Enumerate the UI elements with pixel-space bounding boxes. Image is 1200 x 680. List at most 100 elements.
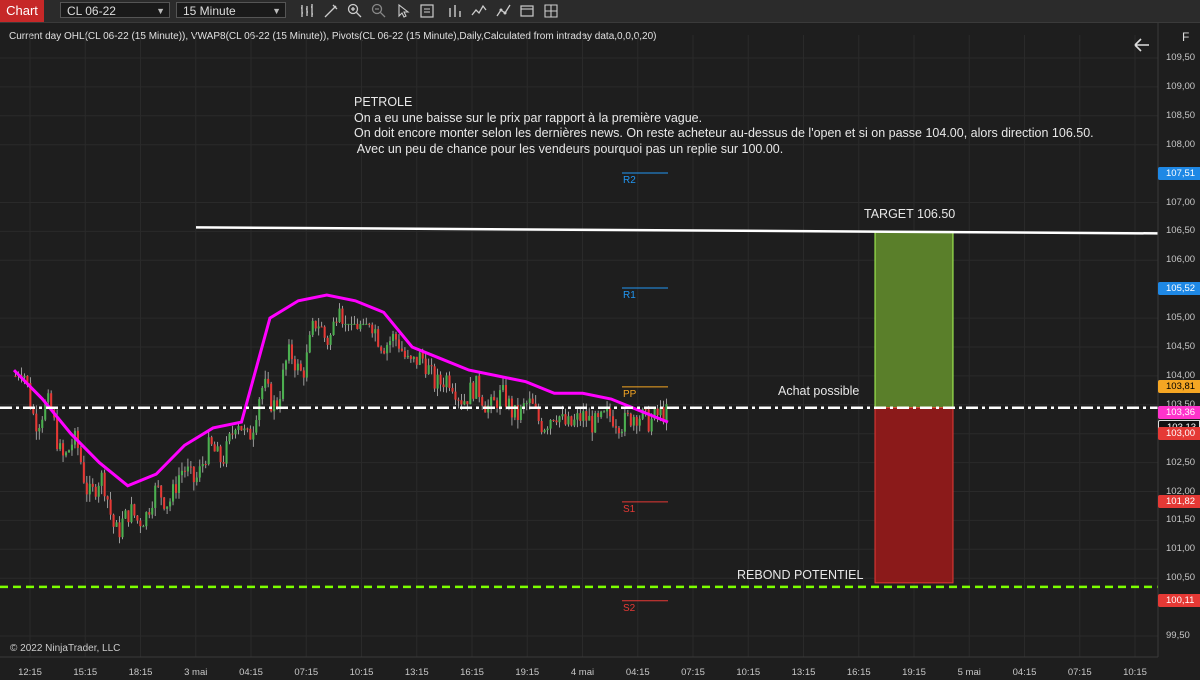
candle-body <box>397 339 401 349</box>
note-line-2: On doit encore monter selon les dernière… <box>354 126 1094 140</box>
time-tick: 07:15 <box>1067 667 1092 678</box>
properties-icon[interactable] <box>446 2 464 20</box>
candle-body <box>394 333 398 340</box>
back-arrow-icon[interactable] <box>1134 38 1149 52</box>
time-tick: 4 mai <box>570 667 595 678</box>
price-badge: 100,11 <box>1158 594 1200 608</box>
candle-body <box>237 426 240 430</box>
candle-body <box>537 407 540 421</box>
candle-body <box>225 441 228 464</box>
candle-body <box>281 369 285 400</box>
candle-body <box>650 418 653 432</box>
candle-body <box>377 329 380 347</box>
candle-body <box>133 504 136 516</box>
interval-selector[interactable]: 15 Minute ▼ <box>176 2 286 18</box>
time-tick: 13:15 <box>791 667 816 678</box>
candle-body <box>454 391 457 400</box>
candle-body <box>406 355 409 358</box>
candle-body <box>341 308 344 324</box>
price-tick: 100,50 <box>1166 572 1196 584</box>
candle-body <box>335 321 338 323</box>
candle-body <box>94 486 97 497</box>
price-tick: 108,00 <box>1166 138 1196 150</box>
candle-body <box>148 512 151 515</box>
candle-body <box>195 477 198 483</box>
bars-type-icon[interactable] <box>298 2 316 20</box>
strategies-icon[interactable] <box>494 2 512 20</box>
candle-body <box>430 365 433 367</box>
candle-body <box>507 398 510 407</box>
candle-body <box>166 506 169 509</box>
candle-body <box>433 366 436 389</box>
candle-body <box>555 420 558 423</box>
candle-body <box>380 346 383 351</box>
price-badge: 103,00 <box>1158 427 1200 441</box>
candle-body <box>475 375 478 399</box>
candle-body <box>249 428 252 440</box>
candle-body <box>201 463 204 467</box>
candle-body <box>177 475 181 493</box>
zoom-out-icon[interactable] <box>370 2 388 20</box>
candle-body <box>169 501 172 507</box>
price-tick: 107,00 <box>1166 196 1196 208</box>
templates-icon[interactable] <box>518 2 536 20</box>
time-tick: 07:15 <box>294 667 319 678</box>
instrument-selector[interactable]: CL 06-22 ▼ <box>60 2 170 18</box>
candle-body <box>329 334 332 345</box>
candle-body <box>320 326 323 328</box>
note-line-3: Avec un peu de chance pour les vendeurs … <box>354 141 784 156</box>
candle-body <box>67 450 71 453</box>
candle-body <box>620 431 623 434</box>
candle-body <box>264 378 267 388</box>
candle-body <box>603 411 606 413</box>
candle-body <box>222 462 225 464</box>
candle-body <box>418 352 421 365</box>
pointer-icon[interactable] <box>394 2 412 20</box>
candle-body <box>32 408 35 414</box>
chart-tab[interactable]: Chart <box>0 0 44 22</box>
price-badge: 105,52 <box>1158 281 1200 295</box>
candle-body <box>267 378 270 384</box>
candle-body <box>656 408 659 416</box>
candle-body <box>240 426 243 431</box>
time-tick: 10:15 <box>1123 667 1147 678</box>
time-tick: 12:15 <box>18 667 42 678</box>
candle-body <box>189 466 192 468</box>
candle-body <box>635 417 638 426</box>
candle-body <box>632 417 635 426</box>
time-tick: 18:15 <box>128 667 153 678</box>
note-line-0: PETROLE <box>354 95 413 109</box>
candle-body <box>59 443 62 450</box>
candle-body <box>160 485 163 498</box>
candle-body <box>466 401 469 405</box>
candle-body <box>629 413 632 426</box>
target-zone <box>874 230 954 409</box>
candle-body <box>412 356 415 359</box>
candle-body <box>493 396 496 401</box>
candle-body <box>564 414 567 425</box>
zoom-in-icon[interactable] <box>346 2 364 20</box>
candle-body <box>139 520 142 527</box>
candle-body <box>611 416 615 427</box>
candle-body <box>64 452 68 456</box>
candle-body <box>540 420 543 433</box>
grid-icon[interactable] <box>542 2 560 20</box>
candle-body <box>127 510 130 523</box>
candle-body <box>448 375 451 388</box>
draw-tool-icon[interactable] <box>322 2 340 20</box>
candle-body <box>323 326 326 338</box>
candle-body <box>14 375 17 377</box>
candle-body <box>118 522 121 538</box>
candle-body <box>400 348 403 351</box>
candle-body <box>219 446 222 463</box>
data-box-icon[interactable] <box>418 2 436 20</box>
candle-body <box>371 324 374 334</box>
time-tick: 16:15 <box>846 667 871 678</box>
target-line <box>195 226 1159 235</box>
indicators-icon[interactable] <box>470 2 488 20</box>
candle-body <box>391 333 395 342</box>
candle-body <box>442 384 445 388</box>
price-tick: 105,00 <box>1166 312 1196 324</box>
candle-body <box>561 414 564 417</box>
price-tick: 102,50 <box>1166 456 1196 468</box>
